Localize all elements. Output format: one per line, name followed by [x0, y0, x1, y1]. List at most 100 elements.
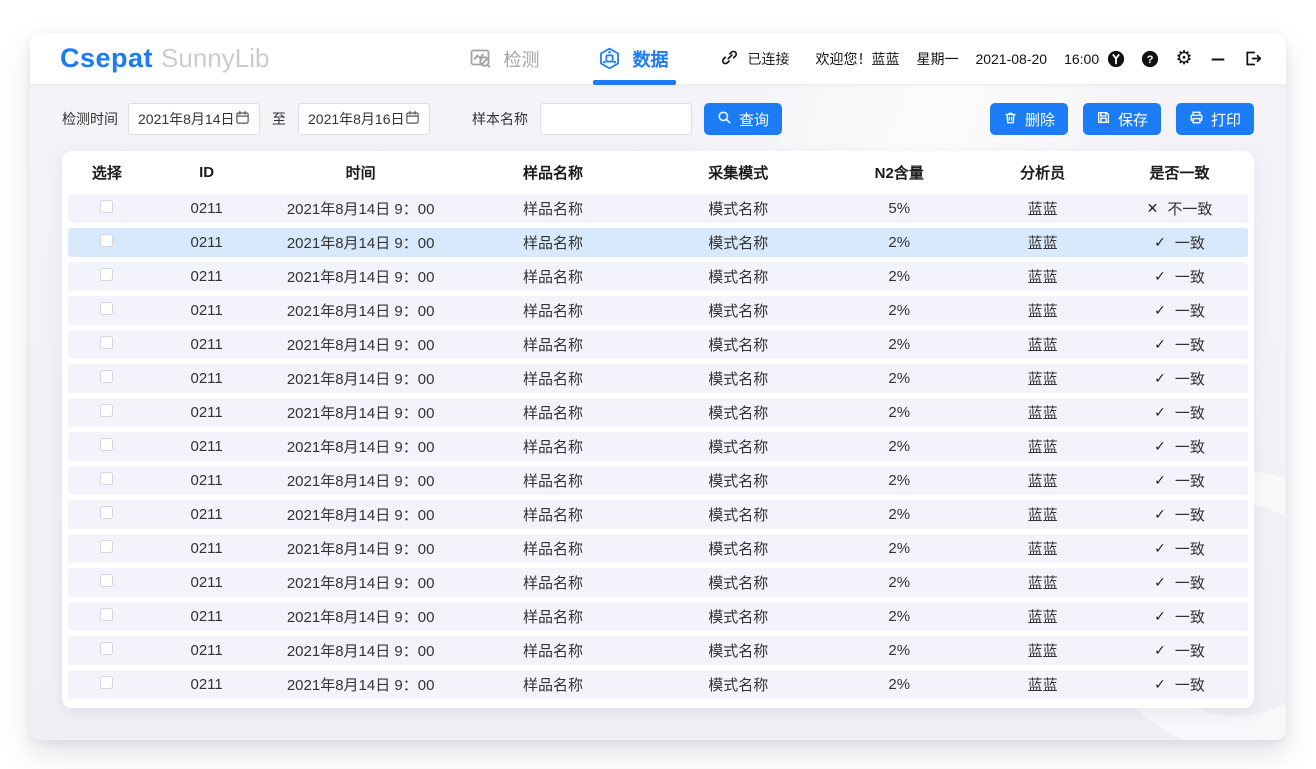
cell-n2: 5% — [824, 200, 974, 217]
settings-gear-icon[interactable]: ⚙ — [1174, 49, 1194, 69]
table-row[interactable]: 0211 2021年8月14日 9：00 样品名称 模式名称 2% 蓝蓝 ✓ 一… — [68, 466, 1248, 495]
row-checkbox[interactable] — [100, 540, 113, 553]
table-row[interactable]: 0211 2021年8月14日 9：00 样品名称 模式名称 2% 蓝蓝 ✓ 一… — [68, 534, 1248, 563]
table-row[interactable]: 0211 2021年8月14日 9：00 样品名称 模式名称 2% 蓝蓝 ✓ 一… — [68, 228, 1248, 257]
tab-data[interactable]: 数据 — [597, 33, 668, 85]
search-button[interactable]: 查询 — [704, 103, 782, 135]
cell-id: 0211 — [146, 268, 268, 285]
table-row[interactable]: 0211 2021年8月14日 9：00 样品名称 模式名称 2% 蓝蓝 ✓ 一… — [68, 296, 1248, 325]
cell-analyst: 蓝蓝 — [974, 674, 1111, 695]
calendar-icon — [235, 110, 250, 128]
cell-consistency: ✓ 一致 — [1111, 640, 1248, 661]
nav-tabs: 检测 数据 — [469, 33, 668, 85]
cell-n2: 2% — [824, 642, 974, 659]
row-checkbox[interactable] — [100, 302, 113, 315]
consistency-mark-icon: ✓ — [1154, 676, 1166, 693]
date-range-to-label: 至 — [272, 109, 286, 129]
table-row[interactable]: 0211 2021年8月14日 9：00 样品名称 模式名称 2% 蓝蓝 ✓ 一… — [68, 364, 1248, 393]
table-row[interactable]: 0211 2021年8月14日 9：00 样品名称 模式名称 2% 蓝蓝 ✓ 一… — [68, 670, 1248, 699]
printer-icon — [1189, 110, 1204, 129]
row-checkbox[interactable] — [100, 642, 113, 655]
cell-analyst: 蓝蓝 — [974, 368, 1111, 389]
sample-name-input[interactable] — [540, 103, 692, 135]
row-checkbox[interactable] — [100, 336, 113, 349]
cell-mode: 模式名称 — [652, 266, 824, 287]
connection-status: 已连接 — [720, 48, 789, 70]
row-checkbox[interactable] — [100, 438, 113, 451]
consistency-label: 一致 — [1175, 334, 1205, 355]
column-header: 采集模式 — [652, 162, 824, 183]
row-checkbox[interactable] — [100, 506, 113, 519]
cell-time: 2021年8月14日 9：00 — [267, 402, 453, 423]
table-row[interactable]: 0211 2021年8月14日 9：00 样品名称 模式名称 2% 蓝蓝 ✓ 一… — [68, 432, 1248, 461]
consistency-mark-icon: ✓ — [1154, 336, 1166, 353]
cell-n2: 2% — [824, 234, 974, 251]
table-row[interactable]: 0211 2021年8月14日 9：00 样品名称 模式名称 2% 蓝蓝 ✓ 一… — [68, 568, 1248, 597]
table-header-row: 选择ID时间样品名称采集模式N2含量分析员是否一致 — [68, 151, 1248, 194]
row-checkbox[interactable] — [100, 676, 113, 689]
cell-analyst: 蓝蓝 — [974, 334, 1111, 355]
search-icon — [717, 110, 732, 129]
cell-consistency: ✓ 一致 — [1111, 504, 1248, 525]
table-row[interactable]: 0211 2021年8月14日 9：00 样品名称 模式名称 2% 蓝蓝 ✓ 一… — [68, 636, 1248, 665]
row-checkbox[interactable] — [100, 608, 113, 621]
cell-n2: 2% — [824, 404, 974, 421]
cell-mode: 模式名称 — [652, 198, 824, 219]
action-buttons: 删除 保存 — [990, 103, 1254, 135]
cell-time: 2021年8月14日 9：00 — [267, 198, 453, 219]
row-checkbox[interactable] — [100, 370, 113, 383]
delete-button[interactable]: 删除 — [990, 103, 1068, 135]
cell-id: 0211 — [146, 472, 268, 489]
cell-id: 0211 — [146, 676, 268, 693]
print-button[interactable]: 打印 — [1176, 103, 1254, 135]
cell-sample-name: 样品名称 — [454, 674, 652, 695]
app-logo: Csepat SunnyLib — [60, 43, 269, 74]
table-row[interactable]: 0211 2021年8月14日 9：00 样品名称 模式名称 2% 蓝蓝 ✓ 一… — [68, 330, 1248, 359]
table-row[interactable]: 0211 2021年8月14日 9：00 样品名称 模式名称 5% 蓝蓝 ✕ 不… — [68, 194, 1248, 223]
date-from-input[interactable]: 2021年8月14日 — [128, 103, 260, 135]
consistency-mark-icon: ✓ — [1154, 404, 1166, 421]
cell-time: 2021年8月14日 9：00 — [267, 368, 453, 389]
cell-n2: 2% — [824, 540, 974, 557]
consistency-mark-icon: ✓ — [1154, 370, 1166, 387]
app-window: Csepat SunnyLib 检测 — [30, 33, 1286, 740]
cell-sample-name: 样品名称 — [454, 606, 652, 627]
cell-time: 2021年8月14日 9：00 — [267, 232, 453, 253]
cell-sample-name: 样品名称 — [454, 334, 652, 355]
cell-sample-name: 样品名称 — [454, 402, 652, 423]
cell-mode: 模式名称 — [652, 538, 824, 559]
consistency-label: 不一致 — [1167, 198, 1212, 219]
cell-consistency: ✕ 不一致 — [1111, 198, 1248, 219]
cell-n2: 2% — [824, 676, 974, 693]
table-row[interactable]: 0211 2021年8月14日 9：00 样品名称 模式名称 2% 蓝蓝 ✓ 一… — [68, 398, 1248, 427]
cell-time: 2021年8月14日 9：00 — [267, 470, 453, 491]
row-checkbox[interactable] — [100, 200, 113, 213]
date-to-input[interactable]: 2021年8月16日 — [298, 103, 430, 135]
table-row[interactable]: 0211 2021年8月14日 9：00 样品名称 模式名称 2% 蓝蓝 ✓ 一… — [68, 500, 1248, 529]
cell-id: 0211 — [146, 302, 268, 319]
tab-detect-label: 检测 — [503, 46, 539, 72]
weekday-text: 星期一 — [916, 49, 958, 69]
consistency-mark-icon: ✓ — [1154, 506, 1166, 523]
tools-icon[interactable] — [1106, 49, 1126, 69]
table-row[interactable]: 0211 2021年8月14日 9：00 样品名称 模式名称 2% 蓝蓝 ✓ 一… — [68, 602, 1248, 631]
row-checkbox[interactable] — [100, 234, 113, 247]
table-row[interactable]: 0211 2021年8月14日 9：00 样品名称 模式名称 2% 蓝蓝 ✓ 一… — [68, 262, 1248, 291]
cell-sample-name: 样品名称 — [454, 266, 652, 287]
save-button[interactable]: 保存 — [1083, 103, 1161, 135]
row-checkbox[interactable] — [100, 574, 113, 587]
svg-text:?: ? — [1147, 53, 1154, 65]
row-checkbox[interactable] — [100, 404, 113, 417]
tab-detect[interactable]: 检测 — [469, 33, 539, 85]
cell-sample-name: 样品名称 — [454, 538, 652, 559]
trash-icon — [1003, 110, 1018, 129]
cell-sample-name: 样品名称 — [454, 300, 652, 321]
minimize-icon[interactable] — [1208, 49, 1228, 69]
row-checkbox[interactable] — [100, 268, 113, 281]
row-checkbox[interactable] — [100, 472, 113, 485]
brand-name: Csepat — [60, 43, 153, 74]
cell-analyst: 蓝蓝 — [974, 300, 1111, 321]
help-icon[interactable]: ? — [1140, 49, 1160, 69]
consistency-label: 一致 — [1175, 436, 1205, 457]
logout-icon[interactable] — [1242, 49, 1262, 69]
